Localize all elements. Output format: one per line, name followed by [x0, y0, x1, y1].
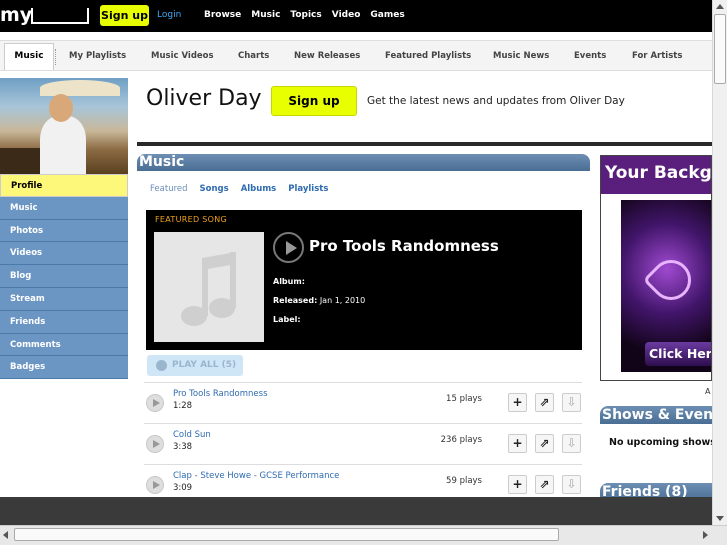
- song-play-count: 236 plays: [440, 435, 482, 445]
- artist-signup-button[interactable]: Sign up: [271, 86, 357, 116]
- featured-record-label: Label:: [273, 315, 301, 324]
- add-to-playlist-icon[interactable]: +: [508, 475, 527, 494]
- top-nav: Browse Music Topics Video Games: [204, 10, 405, 20]
- song-title[interactable]: Pro Tools Randomness: [173, 389, 268, 399]
- music-tab-featured[interactable]: Featured: [150, 184, 188, 194]
- top-nav-music[interactable]: Music: [251, 10, 280, 20]
- scroll-left-icon[interactable]: [3, 531, 8, 539]
- song-title[interactable]: Clap - Steve Howe - GCSE Performance: [173, 471, 339, 481]
- profile-photo[interactable]: [0, 78, 128, 174]
- add-to-playlist-icon[interactable]: +: [508, 393, 527, 412]
- subnav-music-news[interactable]: Music News: [493, 51, 549, 61]
- download-icon[interactable]: ⇩: [562, 475, 581, 494]
- music-tab-albums[interactable]: Albums: [241, 184, 277, 194]
- subnav-new-releases[interactable]: New Releases: [294, 51, 360, 61]
- heart-icon: [642, 251, 700, 309]
- song-row: Pro Tools Randomness 1:28 15 plays + ⇗ ⇩: [144, 382, 582, 423]
- top-signup-button[interactable]: Sign up: [100, 5, 149, 26]
- song-play-icon[interactable]: [146, 394, 164, 412]
- top-nav-games[interactable]: Games: [370, 10, 404, 20]
- top-nav-browse[interactable]: Browse: [204, 10, 241, 20]
- no-shows-text: No upcoming shows: [609, 437, 716, 448]
- subnav-charts[interactable]: Charts: [238, 51, 269, 61]
- subnav-for-artists[interactable]: For Artists: [632, 51, 682, 61]
- page: my Sign up Login Browse Music Topics Vid…: [0, 0, 727, 545]
- ad-headline: Your Backg: [601, 156, 711, 194]
- profile-menu-stream[interactable]: Stream: [0, 287, 128, 311]
- song-play-count: 59 plays: [446, 476, 482, 486]
- artist-name: Oliver Day: [146, 86, 262, 111]
- share-icon[interactable]: ⇗: [535, 393, 554, 412]
- song-duration: 1:28: [173, 401, 193, 411]
- subnav-my-playlists[interactable]: My Playlists: [69, 51, 126, 61]
- song-title[interactable]: Cold Sun: [173, 430, 211, 440]
- song-play-icon[interactable]: [146, 435, 164, 453]
- header-divider: [137, 142, 712, 146]
- profile-menu: Profile Music Photos Videos Blog Stream …: [0, 174, 128, 380]
- featured-song-panel: FEATURED SONG Pro Tools Randomness Album…: [146, 210, 582, 350]
- add-to-playlist-icon[interactable]: +: [508, 434, 527, 453]
- profile-menu-videos[interactable]: Videos: [0, 242, 128, 266]
- featured-album: Album:: [273, 277, 305, 286]
- profile-menu-friends[interactable]: Friends: [0, 310, 128, 334]
- music-tab-songs[interactable]: Songs: [200, 184, 229, 194]
- bottom-player-bar: [0, 497, 712, 525]
- music-tab-playlists[interactable]: Playlists: [288, 184, 328, 194]
- share-icon[interactable]: ⇗: [535, 434, 554, 453]
- featured-play-icon[interactable]: [273, 232, 304, 263]
- subnav-featured-playlists[interactable]: Featured Playlists: [385, 51, 471, 61]
- myspace-logo[interactable]: my: [0, 4, 32, 26]
- artist-tagline: Get the latest news and updates from Oli…: [367, 95, 625, 107]
- scroll-down-icon[interactable]: [716, 516, 724, 521]
- profile-menu-comments[interactable]: Comments: [0, 333, 128, 357]
- song-row: Cold Sun 3:38 236 plays + ⇗ ⇩: [144, 423, 582, 464]
- song-play-icon[interactable]: [146, 476, 164, 494]
- subnav-music-tab[interactable]: Music: [4, 43, 54, 70]
- featured-song-label: FEATURED SONG: [155, 215, 228, 224]
- music-subnav: Music My Playlists Music Videos Charts N…: [0, 40, 712, 71]
- profile-menu-badges[interactable]: Badges: [0, 356, 128, 380]
- subnav-separator: [55, 49, 56, 65]
- profile-menu-profile[interactable]: Profile: [0, 174, 128, 197]
- profile-menu-photos[interactable]: Photos: [0, 219, 128, 243]
- music-section-header: Music: [137, 154, 590, 171]
- scroll-up-icon[interactable]: [716, 4, 724, 9]
- share-icon[interactable]: ⇗: [535, 475, 554, 494]
- subnav-music-videos[interactable]: Music Videos: [151, 51, 214, 61]
- vertical-scroll-thumb[interactable]: [714, 14, 726, 84]
- song-play-count: 15 plays: [446, 394, 482, 404]
- horizontal-scroll-thumb[interactable]: [14, 528, 559, 541]
- song-duration: 3:38: [173, 442, 193, 452]
- featured-released: Released: Jan 1, 2010: [273, 296, 366, 305]
- download-icon[interactable]: ⇩: [562, 434, 581, 453]
- profile-menu-blog[interactable]: Blog: [0, 265, 128, 288]
- subnav-events[interactable]: Events: [574, 51, 606, 61]
- download-icon[interactable]: ⇩: [562, 393, 581, 412]
- top-nav-topics[interactable]: Topics: [290, 10, 321, 20]
- song-duration: 3:09: [173, 483, 193, 493]
- ad-click-button[interactable]: Click Here: [645, 342, 711, 366]
- profile-menu-music[interactable]: Music: [0, 196, 128, 220]
- ad-caption: A: [705, 387, 711, 396]
- top-bar: my Sign up Login Browse Music Topics Vid…: [0, 0, 712, 32]
- play-all-button[interactable]: PLAY ALL (5): [147, 355, 243, 376]
- horizontal-scrollbar[interactable]: [0, 525, 727, 545]
- top-nav-video[interactable]: Video: [332, 10, 361, 20]
- advertisement-banner[interactable]: Your Backg Click Here: [600, 155, 712, 381]
- scroll-right-icon[interactable]: [703, 531, 708, 539]
- shows-events-header: Shows & Even: [600, 406, 712, 424]
- album-art-placeholder: [154, 232, 264, 342]
- music-tabs: Featured Songs Albums Playlists: [150, 184, 340, 194]
- logo-box: [31, 8, 89, 24]
- featured-song-title[interactable]: Pro Tools Randomness: [309, 237, 499, 255]
- music-note-icon: [181, 252, 236, 326]
- play-all-icon: [156, 360, 167, 371]
- login-link[interactable]: Login: [157, 10, 181, 20]
- vertical-scrollbar[interactable]: [712, 0, 727, 525]
